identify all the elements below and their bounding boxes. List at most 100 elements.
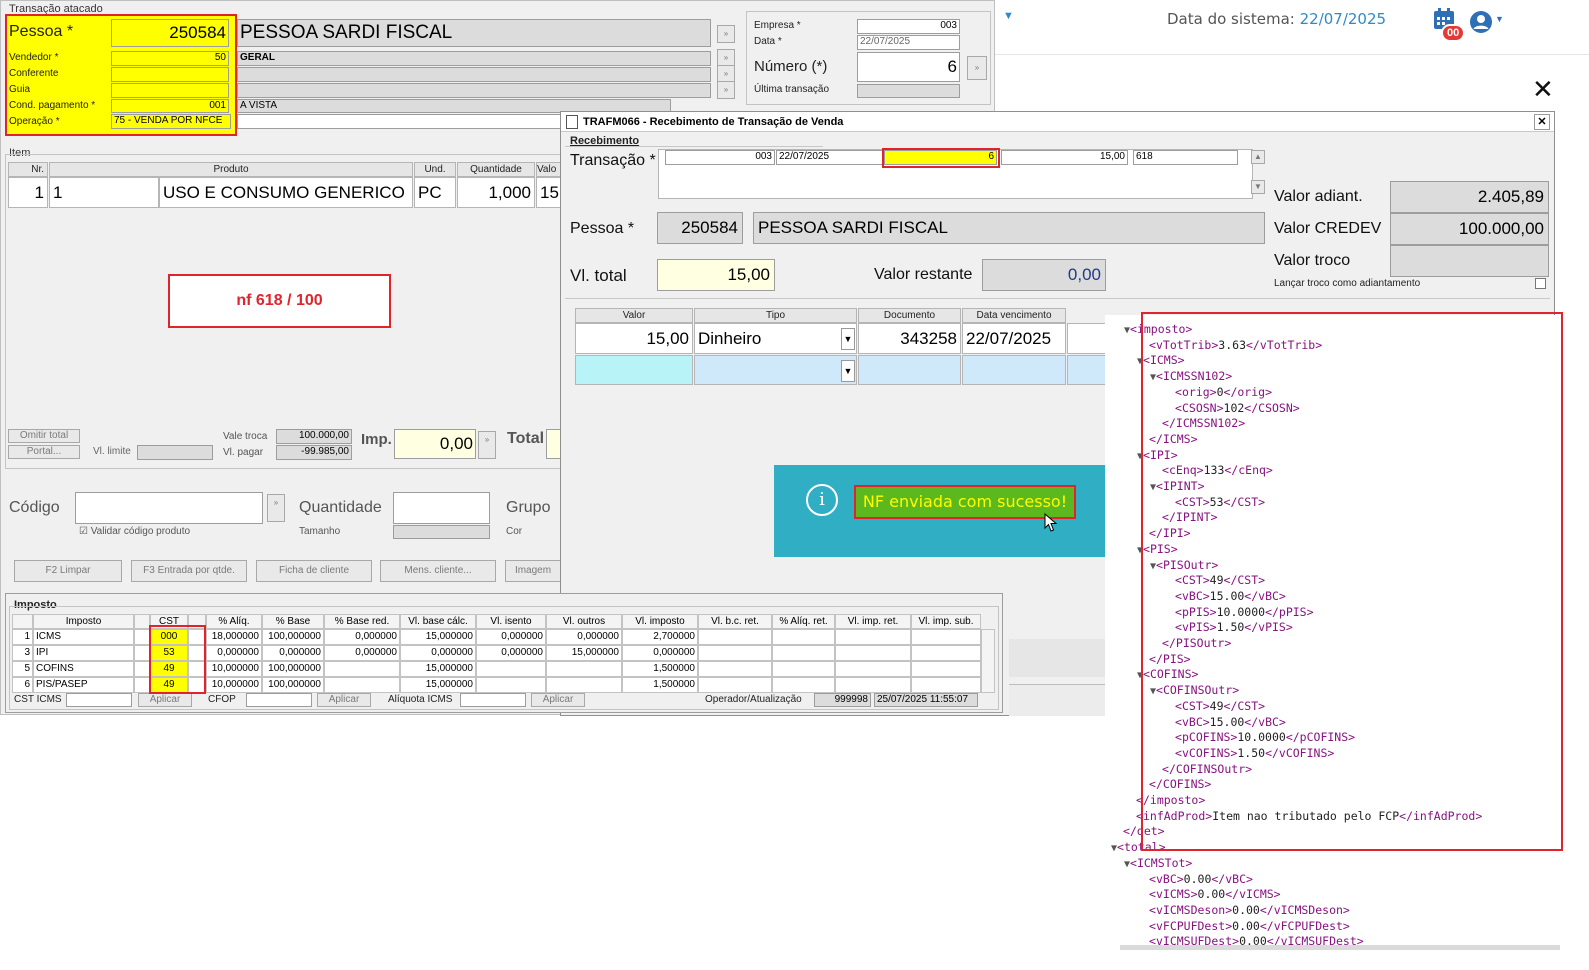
- tax-cell[interactable]: [698, 661, 772, 677]
- pay-new-tipo[interactable]: [694, 355, 857, 385]
- codigo-lookup-button[interactable]: »: [267, 494, 285, 522]
- tax-cell[interactable]: ICMS: [33, 629, 134, 645]
- tax-cell[interactable]: 10,000000: [206, 661, 262, 677]
- item-cell-produto[interactable]: USO E CONSUMO GENERICO: [159, 177, 413, 208]
- mens-cliente-button[interactable]: Mens. cliente...: [380, 560, 496, 582]
- tax-cell[interactable]: [134, 629, 150, 645]
- tax-cell[interactable]: 100,000000: [262, 629, 324, 645]
- cfop-field[interactable]: [246, 693, 312, 707]
- tax-cell[interactable]: 0,000000: [324, 645, 400, 661]
- tax-cell[interactable]: [324, 677, 400, 693]
- item-cell-valor[interactable]: 15,: [536, 177, 561, 208]
- ficha-cliente-button[interactable]: Ficha de cliente: [256, 560, 372, 582]
- empresa-field[interactable]: 003: [857, 19, 960, 34]
- xml-horizontal-scrollbar[interactable]: [1120, 945, 1560, 950]
- pay-cell-documento[interactable]: 343258: [858, 323, 961, 354]
- tax-cell[interactable]: 100,000000: [262, 677, 324, 693]
- item-cell-cod[interactable]: 1: [49, 177, 159, 208]
- f3-entrada-qtde-button[interactable]: F3 Entrada por qtde.: [131, 560, 247, 582]
- tax-cell[interactable]: [772, 629, 835, 645]
- tax-cell[interactable]: [911, 629, 981, 645]
- imagem-button[interactable]: Imagem: [505, 560, 561, 582]
- tax-cell[interactable]: [546, 677, 622, 693]
- tax-cell[interactable]: [911, 645, 981, 661]
- tax-cell[interactable]: 1: [12, 629, 33, 645]
- tax-cell[interactable]: [698, 677, 772, 693]
- guia-lookup-button[interactable]: »: [717, 81, 735, 99]
- pay-new-vencimento[interactable]: [962, 355, 1066, 385]
- tax-cell[interactable]: [134, 661, 150, 677]
- tax-cell[interactable]: 100,000000: [262, 661, 324, 677]
- pay-new-extra[interactable]: [1067, 355, 1107, 385]
- tax-cell[interactable]: [698, 645, 772, 661]
- tax-cell[interactable]: [835, 677, 911, 693]
- tax-cell[interactable]: [835, 629, 911, 645]
- tax-cell[interactable]: 0,000000: [324, 629, 400, 645]
- close-icon[interactable]: ✕: [1532, 75, 1554, 105]
- pay-cell-valor[interactable]: 15,00: [575, 323, 693, 354]
- tax-cell[interactable]: 18,000000: [206, 629, 262, 645]
- omitir-total-button[interactable]: Omitir total: [8, 429, 80, 443]
- tax-cell[interactable]: [911, 661, 981, 677]
- data-field[interactable]: 22/07/2025: [857, 35, 960, 50]
- item-cell-und[interactable]: PC: [414, 177, 456, 208]
- tax-cell[interactable]: [835, 645, 911, 661]
- transacao-empresa[interactable]: 003: [665, 150, 775, 165]
- f2-limpar-button[interactable]: F2 Limpar: [14, 560, 122, 582]
- tax-cell[interactable]: 10,000000: [206, 677, 262, 693]
- tax-cell[interactable]: [134, 677, 150, 693]
- portal-button[interactable]: Portal...: [8, 445, 80, 459]
- pay-cell-extra[interactable]: [1067, 323, 1107, 354]
- tax-cell[interactable]: 0,000000: [206, 645, 262, 661]
- aplicar-aliquota-button[interactable]: Aplicar: [531, 693, 585, 707]
- tax-cell[interactable]: 0,000000: [622, 645, 698, 661]
- tax-cell[interactable]: 5: [12, 661, 33, 677]
- tax-cell[interactable]: 6: [12, 677, 33, 693]
- pay-new-valor[interactable]: [575, 355, 693, 385]
- user-avatar-icon[interactable]: [1469, 10, 1493, 34]
- scroll-down-icon[interactable]: ▼: [1251, 180, 1265, 194]
- tax-cell[interactable]: 0,000000: [400, 645, 476, 661]
- transacao-nf[interactable]: 618: [1133, 150, 1238, 165]
- tax-cell[interactable]: [324, 661, 400, 677]
- tax-cell[interactable]: 0,000000: [262, 645, 324, 661]
- tax-cell[interactable]: [476, 661, 546, 677]
- dialog-close-button[interactable]: ✕: [1534, 114, 1550, 130]
- tax-cell[interactable]: [476, 677, 546, 693]
- chevron-down-icon[interactable]: ▼: [1003, 10, 1014, 22]
- tax-cell[interactable]: 1,500000: [622, 677, 698, 693]
- scroll-up-icon[interactable]: ▲: [1251, 150, 1265, 164]
- pay-cell-vencimento[interactable]: 22/07/2025: [962, 323, 1066, 354]
- tax-cell[interactable]: 0,000000: [476, 645, 546, 661]
- pay-new-documento[interactable]: [858, 355, 961, 385]
- tax-vertical-scrollbar[interactable]: [981, 629, 995, 693]
- pessoa-lookup-button[interactable]: »: [717, 25, 735, 43]
- pay-cell-tipo[interactable]: Dinheiro: [694, 323, 857, 354]
- item-cell-quantidade[interactable]: 1,000: [457, 177, 535, 208]
- tax-cell[interactable]: 0,000000: [546, 629, 622, 645]
- user-menu-chevron-icon[interactable]: ▼: [1495, 14, 1504, 24]
- tax-cell[interactable]: 0,000000: [476, 629, 546, 645]
- tax-cell[interactable]: PIS/PASEP: [33, 677, 134, 693]
- new-tipo-dropdown-icon[interactable]: ▼: [841, 360, 855, 382]
- tipo-dropdown-icon[interactable]: ▼: [841, 328, 855, 350]
- transacao-data[interactable]: 22/07/2025: [776, 150, 883, 165]
- tax-cell[interactable]: 15,000000: [546, 645, 622, 661]
- transacao-valor[interactable]: 15,00: [1001, 150, 1128, 165]
- tax-cell[interactable]: 1,500000: [622, 661, 698, 677]
- imp-detail-button[interactable]: »: [478, 431, 496, 459]
- tax-cell[interactable]: [134, 645, 150, 661]
- tax-cell[interactable]: 15,000000: [400, 629, 476, 645]
- tax-cell[interactable]: 15,000000: [400, 677, 476, 693]
- item-cell-nr[interactable]: 1: [8, 177, 48, 208]
- lancar-troco-checkbox[interactable]: [1535, 278, 1546, 289]
- aplicar-cfop-button[interactable]: Aplicar: [317, 693, 371, 707]
- notification-badge[interactable]: 00: [1441, 24, 1466, 42]
- tax-cell[interactable]: 3: [12, 645, 33, 661]
- tax-cell[interactable]: [698, 629, 772, 645]
- tax-cell[interactable]: COFINS: [33, 661, 134, 677]
- quantidade-field[interactable]: [393, 492, 490, 524]
- aplicar-cst-button[interactable]: Aplicar: [138, 693, 192, 707]
- aliquota-icms-field[interactable]: [460, 693, 526, 707]
- tax-cell[interactable]: [835, 661, 911, 677]
